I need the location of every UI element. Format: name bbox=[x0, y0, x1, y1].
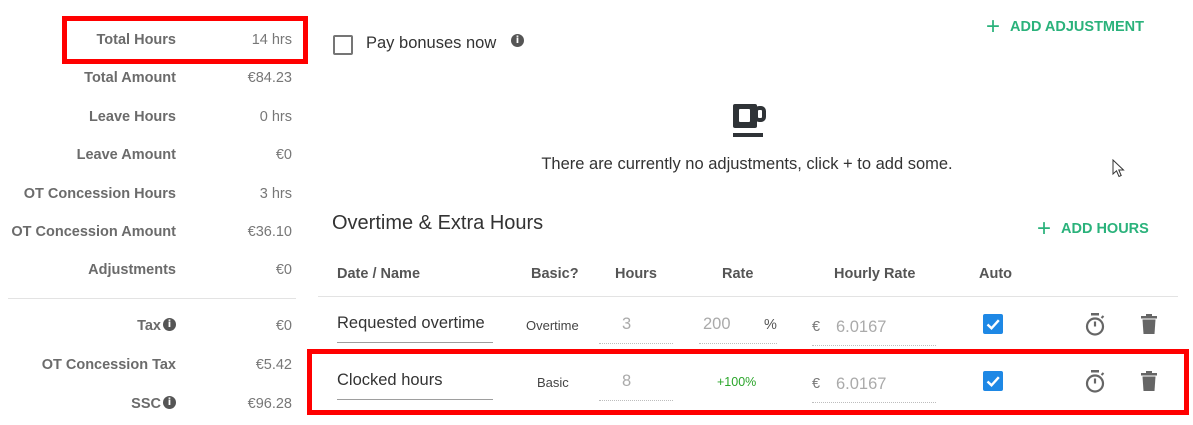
highlight-clocked-hours-row bbox=[307, 349, 1189, 415]
row-basic-type[interactable]: Overtime bbox=[526, 318, 579, 333]
summary-label: OT Concession Hours bbox=[23, 186, 176, 202]
summary-value: €0 bbox=[275, 262, 292, 278]
input-underline bbox=[337, 342, 493, 343]
row-rate-input[interactable]: 200 bbox=[703, 315, 731, 334]
column-header-date-name: Date / Name bbox=[337, 266, 421, 282]
summary-value: €5.42 bbox=[255, 357, 292, 373]
summary-label: Total Amount bbox=[84, 70, 176, 86]
summary-row-tax: Tax i €0 bbox=[0, 318, 300, 340]
summary-label: Adjustments bbox=[88, 262, 176, 278]
pay-bonuses-checkbox[interactable] bbox=[333, 35, 353, 55]
mouse-cursor-icon bbox=[1112, 158, 1125, 184]
summary-row-adjustments: Adjustments €0 bbox=[0, 262, 300, 284]
delete-icon[interactable] bbox=[1141, 314, 1157, 339]
row-hourly-rate-input[interactable]: 6.0167 bbox=[836, 318, 886, 337]
info-icon[interactable]: i bbox=[163, 318, 176, 331]
summary-row-ot-concession-tax: OT Concession Tax €5.42 bbox=[0, 357, 300, 379]
adjustments-empty-message: There are currently no adjustments, clic… bbox=[541, 155, 953, 173]
column-header-auto: Auto bbox=[979, 266, 1013, 282]
summary-label: Tax bbox=[137, 318, 161, 334]
add-adjustment-button[interactable]: + ADD ADJUSTMENT bbox=[986, 10, 1145, 40]
summary-value: €0 bbox=[275, 318, 292, 334]
info-icon[interactable]: i bbox=[163, 396, 176, 409]
overtime-section-title: Overtime & Extra Hours bbox=[332, 212, 544, 234]
summary-label-with-info: SSC i bbox=[131, 396, 176, 412]
input-underline bbox=[599, 343, 673, 344]
row-currency: € bbox=[812, 319, 821, 335]
info-icon[interactable]: i bbox=[511, 34, 524, 47]
summary-row-ot-concession-amount: OT Concession Amount €36.10 bbox=[0, 224, 300, 246]
pay-bonuses-label: Pay bonuses now bbox=[366, 34, 497, 52]
column-header-basic: Basic? bbox=[531, 266, 579, 282]
summary-row-leave-hours: Leave Hours 0 hrs bbox=[0, 109, 300, 131]
summary-divider bbox=[8, 298, 296, 299]
summary-row-ot-concession-hours: OT Concession Hours 3 hrs bbox=[0, 186, 300, 208]
summary-value: €0 bbox=[275, 147, 292, 163]
column-header-hourly-rate: Hourly Rate bbox=[834, 266, 916, 282]
add-hours-label: ADD HOURS bbox=[1061, 221, 1149, 237]
add-hours-button[interactable]: + ADD HOURS bbox=[1037, 212, 1149, 242]
input-underline bbox=[812, 345, 936, 346]
plus-icon: + bbox=[1037, 215, 1052, 242]
summary-row-ssc: SSC i €96.28 bbox=[0, 396, 300, 418]
auto-checkbox[interactable] bbox=[983, 314, 1003, 334]
timer-icon[interactable] bbox=[1085, 313, 1105, 342]
summary-label: OT Concession Amount bbox=[11, 224, 176, 240]
summary-value: €84.23 bbox=[247, 70, 292, 86]
summary-value: 3 hrs bbox=[259, 186, 292, 202]
row-rate-unit: % bbox=[764, 317, 777, 333]
row-name-input[interactable]: Requested overtime bbox=[337, 314, 485, 333]
table-header-divider bbox=[318, 296, 1178, 297]
summary-value: 0 hrs bbox=[259, 109, 292, 125]
column-header-rate: Rate bbox=[722, 266, 754, 282]
summary-label: Leave Amount bbox=[76, 147, 176, 163]
summary-label: OT Concession Tax bbox=[41, 357, 176, 373]
coffee-cup-icon bbox=[731, 102, 767, 143]
summary-label: Leave Hours bbox=[88, 109, 176, 125]
summary-value: €96.28 bbox=[247, 396, 292, 412]
summary-label: SSC bbox=[131, 396, 161, 412]
input-underline bbox=[699, 343, 777, 344]
add-adjustment-label: ADD ADJUSTMENT bbox=[1010, 19, 1145, 35]
summary-value: €36.10 bbox=[247, 224, 292, 240]
summary-row-leave-amount: Leave Amount €0 bbox=[0, 147, 300, 169]
plus-icon: + bbox=[986, 13, 1001, 40]
highlight-total-hours bbox=[62, 16, 308, 64]
column-header-hours: Hours bbox=[615, 266, 657, 282]
row-hours-input[interactable]: 3 bbox=[622, 315, 631, 334]
summary-label-with-info: Tax i bbox=[137, 318, 176, 334]
summary-row-total-amount: Total Amount €84.23 bbox=[0, 70, 300, 92]
